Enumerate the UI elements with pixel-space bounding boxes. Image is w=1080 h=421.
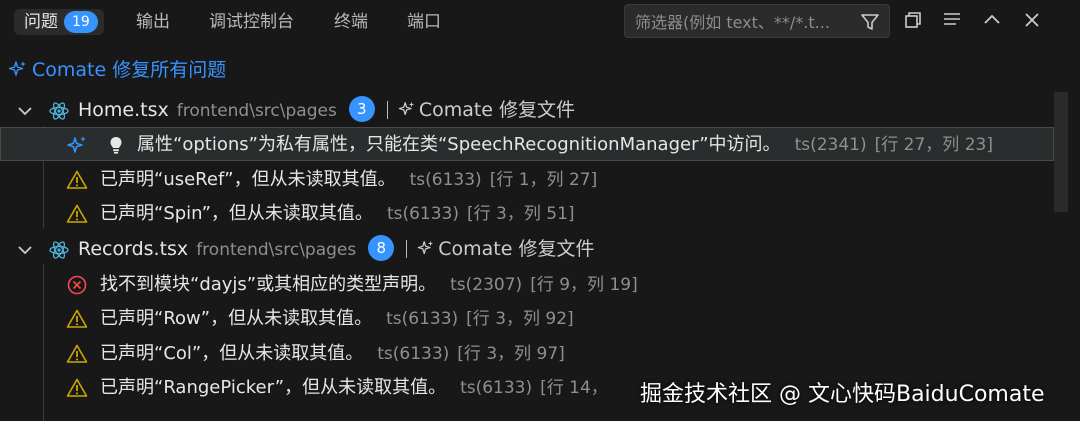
problem-count-badge: 3 bbox=[348, 96, 375, 122]
problem-code: ts(6133) bbox=[377, 344, 450, 364]
problem-row[interactable]: 已声明“Col”，但从未读取其值。 ts(6133) [行 3，列 97] bbox=[0, 336, 1054, 370]
problem-message: 已声明“Col”，但从未读取其值。 bbox=[100, 343, 364, 364]
problem-code: ts(2307) bbox=[450, 275, 523, 295]
comate-fix-all-button[interactable]: Comate 修复所有问题 bbox=[8, 56, 226, 84]
warning-icon bbox=[66, 309, 88, 328]
problem-count-badge: 8 bbox=[368, 235, 395, 261]
tab-terminal[interactable]: 终端 bbox=[334, 9, 368, 35]
problem-message: 找不到模块“dayjs”或其相应的类型声明。 bbox=[100, 274, 437, 295]
react-file-icon bbox=[49, 102, 69, 120]
sparkle-icon bbox=[398, 101, 415, 116]
vertical-scrollbar[interactable] bbox=[1054, 92, 1068, 212]
comate-fix-all-label: Comate 修复所有问题 bbox=[32, 59, 227, 81]
problem-message: 已声明“RangePicker”，但从未读取其值。 bbox=[100, 377, 447, 398]
problem-location: [行 1，列 27] bbox=[489, 170, 598, 190]
comate-fix-file-label: Comate 修复文件 bbox=[438, 238, 595, 260]
tab-output-label: 输出 bbox=[136, 12, 170, 32]
panel-tab-bar: 问题 19 输出 调试控制台 终端 端口 bbox=[0, 0, 1080, 42]
warning-icon bbox=[66, 170, 88, 189]
problem-code: ts(6133) bbox=[409, 170, 482, 190]
sparkle-icon[interactable] bbox=[66, 134, 88, 156]
tab-terminal-label: 终端 bbox=[334, 12, 368, 32]
react-file-icon bbox=[49, 241, 69, 259]
tab-ports-label: 端口 bbox=[407, 12, 441, 32]
problem-location: [行 3，列 97] bbox=[457, 344, 565, 364]
file-name: Home.tsx bbox=[78, 99, 169, 121]
problem-row[interactable]: 已声明“useRef”，但从未读取其值。 ts(6133) [行 1，列 27] bbox=[0, 162, 1054, 196]
warning-icon bbox=[66, 344, 88, 363]
tab-debug-console[interactable]: 调试控制台 bbox=[209, 9, 294, 35]
warning-icon bbox=[66, 204, 88, 223]
sparkle-icon bbox=[417, 240, 434, 255]
problem-location: [行 3，列 51] bbox=[467, 204, 575, 224]
problem-code: ts(6133) bbox=[386, 204, 459, 224]
filter-input[interactable] bbox=[635, 11, 850, 33]
tab-ports[interactable]: 端口 bbox=[407, 9, 441, 35]
comate-fix-file-button[interactable]: Comate 修复文件 bbox=[398, 99, 575, 121]
view-as-list-icon[interactable] bbox=[940, 8, 964, 32]
problem-message: 属性“options”为私有属性，只能在类“SpeechRecognitionM… bbox=[137, 134, 781, 155]
problem-message: 已声明“Row”，但从未读取其值。 bbox=[100, 308, 373, 329]
problem-row[interactable]: 属性“options”为私有属性，只能在类“SpeechRecognitionM… bbox=[0, 127, 1054, 161]
problem-message: 已声明“Spin”，但从未读取其值。 bbox=[100, 203, 373, 224]
divider bbox=[386, 101, 388, 119]
maximize-panel-icon[interactable] bbox=[980, 8, 1004, 32]
error-icon bbox=[67, 275, 87, 295]
chevron-down-icon[interactable] bbox=[16, 241, 34, 259]
file-group-header[interactable]: Home.tsx frontend\src\pages 3 Comate 修复文件 bbox=[0, 93, 1054, 127]
problem-row[interactable]: 找不到模块“dayjs”或其相应的类型声明。 ts(2307) [行 9，列 19] bbox=[0, 267, 1054, 301]
problems-count-badge: 19 bbox=[64, 11, 98, 33]
divider bbox=[406, 240, 408, 258]
problem-location: [行 9，列 19] bbox=[530, 275, 638, 295]
lightbulb-icon[interactable] bbox=[105, 134, 127, 156]
warning-icon bbox=[66, 378, 88, 397]
tab-problems-label: 问题 bbox=[24, 12, 58, 32]
problem-message: 已声明“useRef”，但从未读取其值。 bbox=[100, 169, 396, 190]
problem-row[interactable]: 已声明“Row”，但从未读取其值。 ts(6133) [行 3，列 92] bbox=[0, 301, 1054, 335]
problem-location: [行 27，列 23] bbox=[874, 135, 993, 155]
close-panel-icon[interactable] bbox=[1020, 8, 1044, 32]
comate-fix-file-label: Comate 修复文件 bbox=[418, 99, 576, 121]
file-path: frontend\src\pages bbox=[196, 240, 357, 260]
filter-icon[interactable] bbox=[859, 11, 881, 33]
tab-output[interactable]: 输出 bbox=[136, 9, 170, 35]
tab-problems[interactable]: 问题 19 bbox=[14, 9, 104, 35]
problem-location: [行 3，列 92] bbox=[466, 309, 574, 329]
file-path: frontend\src\pages bbox=[176, 101, 337, 121]
problem-location: [行 14， bbox=[540, 378, 608, 398]
file-group-header[interactable]: Records.tsx frontend\src\pages 8 Comate 修复文… bbox=[0, 232, 1054, 266]
file-name: Records.tsx bbox=[78, 238, 189, 260]
chevron-down-icon[interactable] bbox=[16, 102, 34, 120]
problem-row[interactable]: 已声明“Spin”，但从未读取其值。 ts(6133) [行 3，列 51] bbox=[0, 196, 1054, 230]
sparkle-icon bbox=[8, 61, 26, 76]
comate-fix-file-button[interactable]: Comate 修复文件 bbox=[417, 238, 594, 260]
copy-window-icon[interactable] bbox=[901, 8, 925, 32]
problems-filter bbox=[624, 4, 890, 38]
tab-debug-console-label: 调试控制台 bbox=[209, 12, 294, 32]
problem-code: ts(6133) bbox=[460, 378, 533, 398]
problem-code: ts(2341) bbox=[794, 135, 867, 155]
watermark: 掘金技术社区 @ 文心快码BaiduComate bbox=[640, 382, 1045, 407]
problem-code: ts(6133) bbox=[386, 309, 459, 329]
